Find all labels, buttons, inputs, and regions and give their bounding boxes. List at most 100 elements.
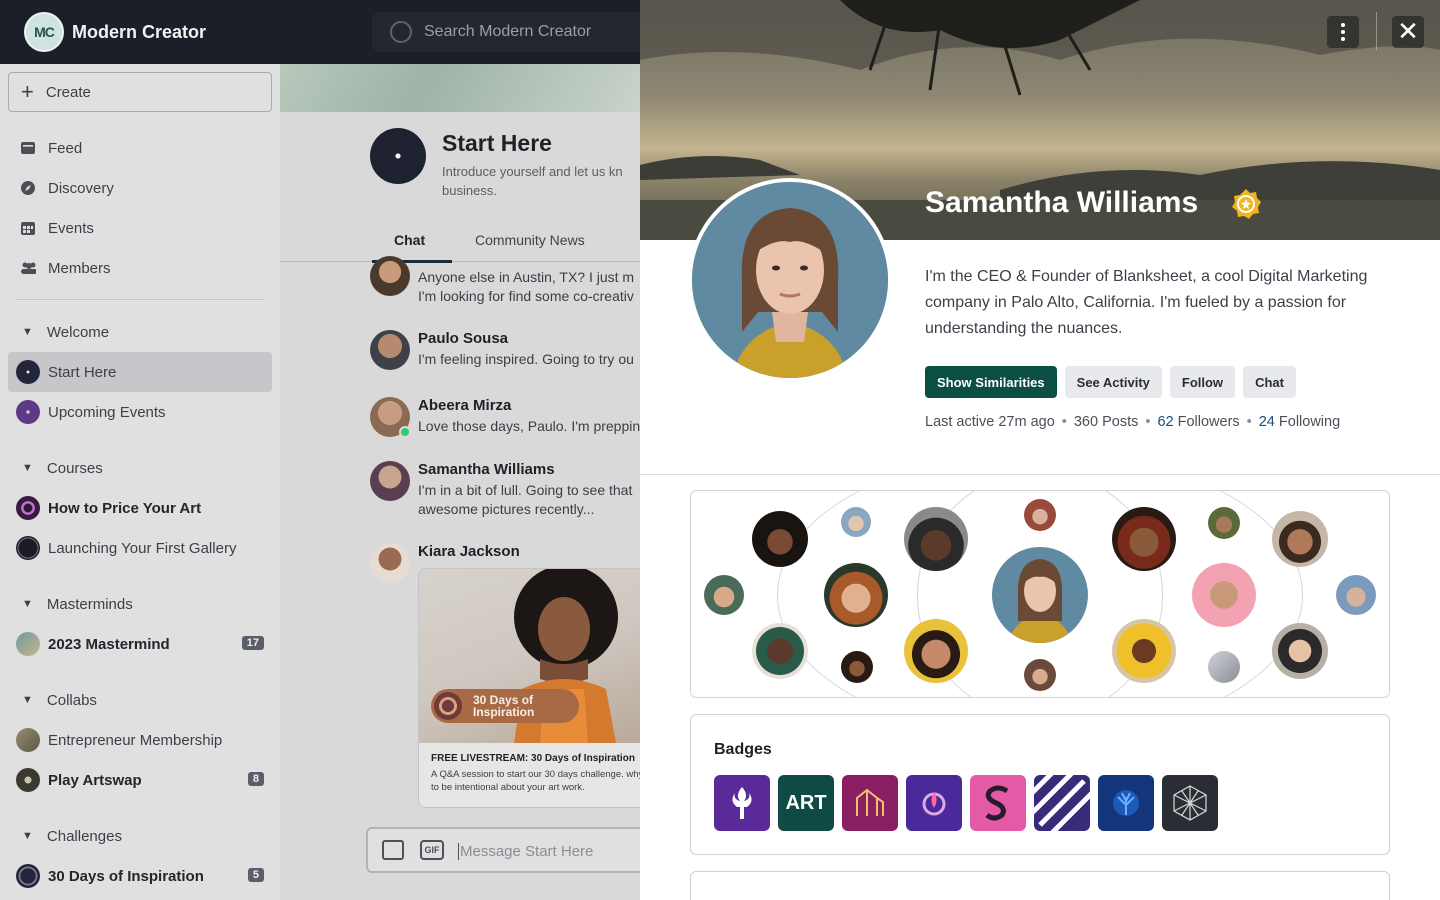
followers-count[interactable]: 62 <box>1157 414 1173 430</box>
dot <box>1341 30 1345 34</box>
member-bubble[interactable] <box>1208 651 1240 683</box>
member-bubble-featured[interactable] <box>992 547 1088 643</box>
sidebar-item-events[interactable]: Events <box>8 208 272 248</box>
event-image: 30 Days of Inspiration <box>419 569 640 743</box>
member-bubble[interactable] <box>841 507 871 537</box>
create-button[interactable]: + Create <box>8 72 272 112</box>
art-badge[interactable]: ART <box>778 775 834 831</box>
members-icon <box>20 260 36 276</box>
sidebar-item-artswap[interactable]: Play Artswap 8 <box>8 760 272 800</box>
sidebar-item-label: 30 Days of Inspiration <box>48 867 204 885</box>
message-author[interactable]: Paulo Sousa <box>418 330 508 347</box>
message-author[interactable]: Samantha Williams <box>418 461 555 478</box>
profile-avatar <box>688 178 892 382</box>
member-bubble[interactable] <box>1112 507 1176 571</box>
sidebar-item-start-here[interactable]: Start Here <box>8 352 272 392</box>
message-input[interactable]: Message Start Here <box>458 843 593 860</box>
posts-count[interactable]: 360 Posts <box>1074 414 1139 430</box>
search-placeholder: Search Modern Creator <box>424 23 592 40</box>
next-section-card <box>690 871 1390 900</box>
member-bubble[interactable] <box>752 623 808 679</box>
section-collabs[interactable]: ▼ Collabs <box>8 680 272 720</box>
rocket-badge[interactable] <box>906 775 962 831</box>
member-bubble[interactable] <box>1112 619 1176 683</box>
followers-label[interactable]: Followers <box>1178 414 1240 430</box>
sidebar-item-feed[interactable]: Feed <box>8 128 272 168</box>
section-challenges[interactable]: ▼ Challenges <box>8 816 272 856</box>
member-bubble[interactable] <box>1024 659 1056 691</box>
close-button[interactable]: ✕ <box>1392 16 1424 48</box>
sidebar-item-first-gallery[interactable]: Launching Your First Gallery <box>8 528 272 568</box>
space-avatar <box>16 864 40 888</box>
follow-button[interactable]: Follow <box>1169 366 1236 398</box>
more-options-button[interactable] <box>1327 16 1359 48</box>
m-badge[interactable] <box>842 775 898 831</box>
unread-count-badge: 8 <box>247 772 264 786</box>
message-author[interactable]: Kiara Jackson <box>418 543 520 560</box>
member-bubble[interactable] <box>904 619 968 683</box>
unread-count-badge: 5 <box>247 868 264 882</box>
search-input[interactable]: Search Modern Creator <box>372 12 640 52</box>
feed-icon <box>20 140 36 156</box>
sidebar-item-label: Entrepreneur Membership <box>48 731 223 749</box>
brand[interactable]: MC Modern Creator <box>24 12 206 52</box>
sidebar-item-mastermind[interactable]: 2023 Mastermind 17 <box>8 624 272 664</box>
member-bubble[interactable] <box>1336 575 1376 615</box>
stripes-badge[interactable] <box>1034 775 1090 831</box>
member-bubble[interactable] <box>841 651 873 683</box>
member-bubble[interactable] <box>704 575 744 615</box>
section-courses[interactable]: ▼ Courses <box>8 448 272 488</box>
gif-icon[interactable]: GIF <box>420 840 444 860</box>
member-bubble[interactable] <box>1208 507 1240 539</box>
member-bubble[interactable] <box>1272 511 1328 567</box>
see-activity-button[interactable]: See Activity <box>1064 366 1162 398</box>
tab-community-news[interactable]: Community News <box>475 232 585 248</box>
member-bubble[interactable] <box>1024 499 1056 531</box>
close-icon: ✕ <box>1397 16 1419 46</box>
m-icon <box>856 788 884 816</box>
profile-panel: ✕ Samantha Williams I'm the CEO & Founde… <box>640 0 1440 900</box>
message-author[interactable]: Abeera Mirza <box>418 397 511 414</box>
space-avatar <box>16 496 40 520</box>
sidebar-item-price-art[interactable]: How to Price Your Art <box>8 488 272 528</box>
sidebar-item-label: How to Price Your Art <box>48 499 202 517</box>
event-description: A Q&A session to start our 30 days chall… <box>431 769 640 793</box>
show-similarities-button[interactable]: Show Similarities <box>925 366 1057 398</box>
member-bubble[interactable] <box>824 563 888 627</box>
event-card[interactable]: 30 Days of Inspiration FREE LIVESTREAM: … <box>418 568 640 808</box>
sidebar-item-thirty-days[interactable]: 30 Days of Inspiration 5 <box>8 856 272 896</box>
following-count[interactable]: 24 <box>1259 414 1275 430</box>
member-bubble[interactable] <box>752 511 808 567</box>
chat-button[interactable]: Chat <box>1243 366 1296 398</box>
space-logo <box>370 128 426 184</box>
sidebar-item-label: Upcoming Events <box>48 403 166 421</box>
section-label: Welcome <box>46 323 110 341</box>
avatar <box>370 330 410 370</box>
section-masterminds[interactable]: ▼ Masterminds <box>8 584 272 624</box>
tab-chat[interactable]: Chat <box>394 232 425 248</box>
profile-name: Samantha Williams <box>925 186 1199 219</box>
header-separator <box>1376 12 1377 50</box>
member-bubble[interactable] <box>1272 623 1328 679</box>
member-bubble[interactable] <box>1192 563 1256 627</box>
space-avatar <box>16 728 40 752</box>
section-welcome[interactable]: ▼ Welcome <box>8 312 272 352</box>
message-composer[interactable]: GIF Message Start Here <box>366 827 640 873</box>
caret-down-icon: ▼ <box>22 830 33 842</box>
section-label: Collabs <box>46 691 97 709</box>
sidebar-item-upcoming-events[interactable]: Upcoming Events <box>8 392 272 432</box>
event-pill-icon <box>434 692 462 720</box>
section-label: Courses <box>46 459 103 477</box>
image-upload-icon[interactable] <box>382 840 404 860</box>
torch-badge[interactable] <box>714 775 770 831</box>
space-description: Introduce yourself and let us kn busines… <box>442 162 640 200</box>
following-label[interactable]: Following <box>1279 414 1340 430</box>
coral-badge[interactable] <box>1098 775 1154 831</box>
sidebar-item-entrepreneur[interactable]: Entrepreneur Membership <box>8 720 272 760</box>
s-badge[interactable] <box>970 775 1026 831</box>
sidebar-item-discovery[interactable]: Discovery <box>8 168 272 208</box>
geo-badge[interactable] <box>1162 775 1218 831</box>
member-bubble[interactable] <box>904 507 968 571</box>
space-avatar <box>16 632 40 656</box>
sidebar-item-members[interactable]: Members <box>8 248 272 288</box>
